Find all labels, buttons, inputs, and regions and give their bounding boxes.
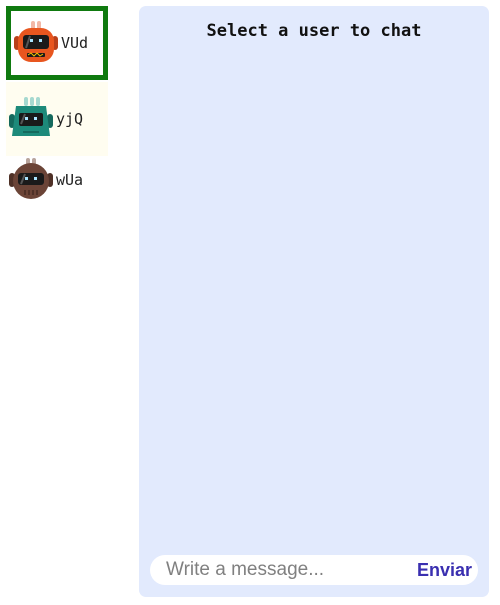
message-input[interactable] (150, 556, 400, 584)
robot-avatar-icon (11, 18, 61, 68)
robot-avatar-icon (6, 94, 56, 144)
message-composer: Enviar (150, 555, 478, 585)
robot-avatar-icon (6, 155, 56, 205)
user-name: VUd (61, 34, 89, 52)
send-button[interactable]: Enviar (417, 558, 472, 582)
user-list: VUd yjQ wUa (0, 0, 118, 605)
user-item-wua[interactable]: wUa (6, 143, 108, 217)
chat-title: Select a user to chat (206, 21, 422, 41)
user-name: yjQ (56, 110, 84, 128)
chat-panel: Select a user to chat Enviar (139, 6, 489, 597)
user-item-vud[interactable]: VUd (6, 6, 108, 80)
user-name: wUa (56, 171, 84, 189)
